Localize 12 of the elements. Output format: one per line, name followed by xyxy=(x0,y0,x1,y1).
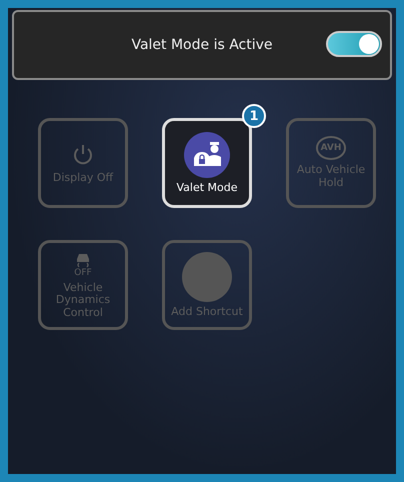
banner-text: Valet Mode is Active xyxy=(131,37,273,53)
tile-label: Vehicle Dynamics Control xyxy=(54,282,112,320)
valet-attendant-icon xyxy=(184,132,230,178)
tile-label: Display Off xyxy=(52,172,114,184)
shortcut-tile[interactable]: Valet Mode xyxy=(162,118,252,208)
notification-badge: 1 xyxy=(242,104,266,128)
auto-hold-icon: AVH xyxy=(316,136,346,160)
off-indicator: OFF xyxy=(74,268,92,278)
tile-label: Valet Mode xyxy=(176,182,238,194)
valet-toggle[interactable] xyxy=(326,31,382,57)
tile-label: Add Shortcut xyxy=(171,306,243,318)
tile-label: Auto Vehicle Hold xyxy=(296,164,366,190)
